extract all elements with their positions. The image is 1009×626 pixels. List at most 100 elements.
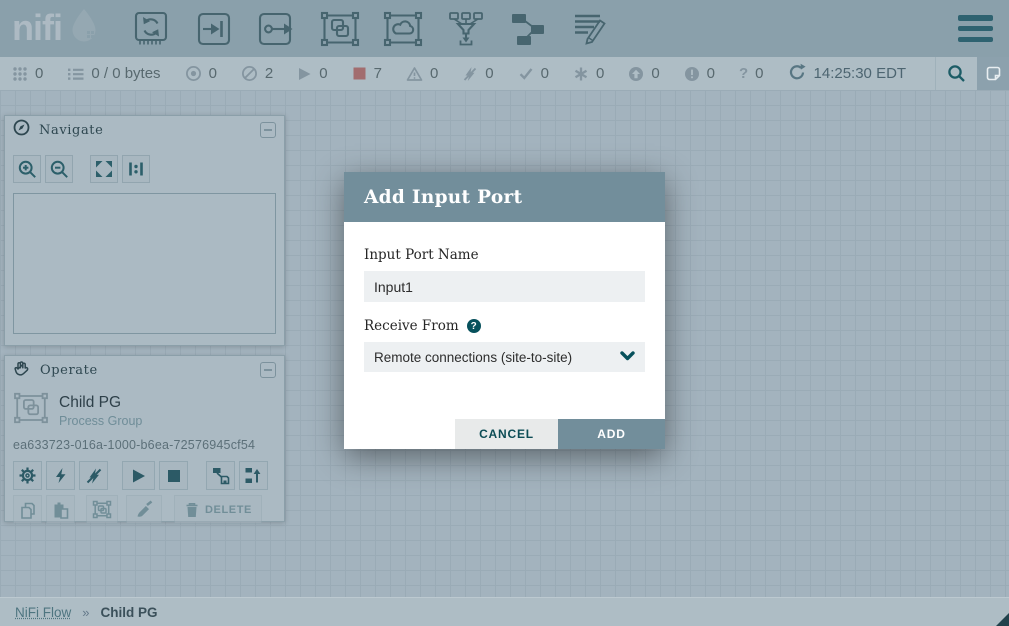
birdseye-minimap[interactable]	[13, 193, 276, 334]
stopped-status: 7	[352, 65, 382, 82]
upload-template-button[interactable]	[239, 461, 268, 490]
process-group-icon[interactable]	[320, 10, 360, 48]
draggable-component-palette	[131, 10, 612, 48]
last-refreshed: 14:25:30 EDT	[788, 63, 907, 85]
invalid-status: 0	[406, 65, 438, 82]
breadcrumb-current: Child PG	[100, 605, 157, 620]
invalid-count: 0	[430, 65, 438, 82]
processor-icon[interactable]	[131, 10, 171, 48]
sync-failure-count: 0	[755, 65, 763, 82]
flow-canvas[interactable]: Navigate	[0, 90, 1009, 626]
up-to-date-count: 0	[541, 65, 549, 82]
running-status: 0	[297, 65, 327, 82]
navigate-palette: Navigate	[4, 115, 285, 346]
bulletin-board-button[interactable]	[977, 57, 1009, 90]
active-threads-icon	[12, 66, 28, 82]
breadcrumb-root-link[interactable]: NiFi Flow	[15, 605, 71, 620]
transmitting-status: 0	[185, 65, 217, 82]
locally-modified-status: 0	[573, 65, 604, 82]
delete-button[interactable]: DELETE	[174, 495, 262, 524]
disabled-icon	[462, 66, 478, 82]
stopped-count: 7	[374, 65, 382, 82]
invalid-icon	[406, 66, 423, 82]
not-transmitting-icon	[241, 65, 258, 82]
locally-modified-asterisk-icon	[573, 66, 589, 82]
selected-component-type: Process Group	[59, 414, 142, 428]
flow-status-bar: 0 0 / 0 bytes 0	[0, 57, 1009, 90]
active-threads-count: 0	[35, 65, 43, 82]
dialog-title: Add Input Port	[364, 187, 522, 208]
global-menu-button[interactable]	[958, 15, 993, 42]
refresh-icon[interactable]	[788, 63, 806, 85]
zoom-fit-button[interactable]	[90, 155, 118, 183]
stopped-square	[353, 68, 365, 80]
operate-header: Operate	[5, 356, 284, 384]
compass-icon	[13, 119, 30, 141]
help-icon[interactable]: ?	[467, 319, 481, 333]
zoom-out-button[interactable]	[45, 155, 73, 183]
queued-icon	[67, 66, 84, 82]
search-button[interactable]	[935, 57, 977, 90]
fill-color-button[interactable]	[126, 495, 162, 524]
template-icon[interactable]	[509, 10, 549, 48]
operate-actions-row-1	[13, 461, 276, 490]
nifi-application-window: nifi	[0, 0, 1009, 626]
locally-modified-and-stale-icon	[684, 66, 700, 82]
paste-button[interactable]	[46, 495, 75, 524]
queued-status: 0 / 0 bytes	[67, 65, 160, 82]
copy-button[interactable]	[13, 495, 42, 524]
zoom-in-button[interactable]	[13, 155, 41, 183]
add-input-port-dialog: Add Input Port Input Port Name Receive F…	[344, 172, 665, 449]
label-icon[interactable]	[572, 10, 612, 48]
sync-failure-icon: ?	[739, 65, 748, 82]
hand-icon	[13, 359, 31, 382]
cancel-button[interactable]: CANCEL	[455, 419, 558, 449]
add-button[interactable]: ADD	[558, 419, 665, 449]
remote-process-group-icon[interactable]	[383, 10, 423, 48]
transmitting-count: 0	[209, 65, 217, 82]
process-group-badge-icon	[13, 392, 49, 429]
create-template-button[interactable]	[206, 461, 235, 490]
nifi-logo-text: nifi	[12, 10, 62, 46]
nifi-logo: nifi	[12, 5, 106, 52]
navigate-collapse-button[interactable]	[260, 122, 276, 138]
group-button[interactable]	[86, 495, 118, 524]
locally-modified-count: 0	[596, 65, 604, 82]
input-port-name-field[interactable]	[364, 271, 645, 302]
transmitting-icon	[185, 65, 202, 82]
not-transmitting-count: 2	[265, 65, 273, 82]
zoom-actual-size-button[interactable]	[122, 155, 150, 183]
disable-button[interactable]	[79, 461, 108, 490]
dialog-header: Add Input Port	[344, 172, 665, 222]
stop-button[interactable]	[159, 461, 188, 490]
navigate-header: Navigate	[5, 116, 284, 144]
up-to-date-status: 0	[518, 65, 549, 82]
breadcrumb: NiFi Flow » Child PG	[0, 597, 1009, 626]
up-to-date-check-icon	[518, 66, 534, 81]
start-button[interactable]	[122, 461, 155, 490]
stale-count: 0	[651, 65, 659, 82]
breadcrumb-separator: »	[82, 605, 89, 620]
running-count: 0	[319, 65, 327, 82]
navigate-controls	[13, 155, 276, 183]
selected-component-summary: Child PG Process Group	[13, 392, 276, 429]
queued-count: 0 / 0 bytes	[91, 65, 160, 82]
operate-collapse-button[interactable]	[260, 362, 276, 378]
sync-failure-status: ? 0	[739, 65, 764, 82]
disabled-status: 0	[462, 65, 493, 82]
disabled-count: 0	[485, 65, 493, 82]
funnel-icon[interactable]	[446, 10, 486, 48]
receive-from-selected-option: Remote connections (site-to-site)	[374, 350, 572, 365]
stale-arrow-icon	[628, 66, 644, 82]
component-toolbar: nifi	[0, 0, 1009, 57]
dialog-body: Input Port Name Receive From ? Remote co…	[344, 222, 665, 449]
receive-from-dropdown[interactable]: Remote connections (site-to-site)	[364, 342, 645, 372]
enable-button[interactable]	[46, 461, 75, 490]
configuration-button[interactable]	[13, 461, 42, 490]
stale-status: 0	[628, 65, 659, 82]
delete-button-label: DELETE	[205, 504, 252, 516]
statusbar-right-controls	[935, 57, 1009, 90]
operate-title: Operate	[40, 363, 98, 378]
output-port-icon[interactable]	[257, 10, 297, 48]
input-port-icon[interactable]	[194, 10, 234, 48]
